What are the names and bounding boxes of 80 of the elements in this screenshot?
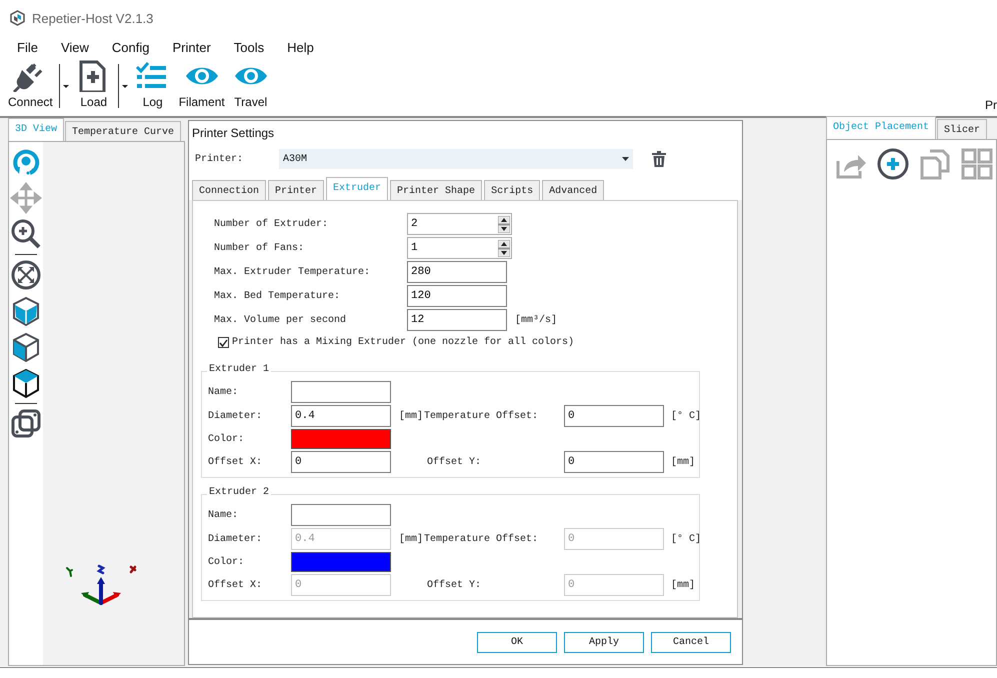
field-label: Temperature Offset: bbox=[424, 534, 538, 544]
dialog-title: Printer Settings bbox=[189, 121, 742, 145]
caret-icon bbox=[622, 157, 629, 161]
field-label: Name: bbox=[208, 510, 240, 520]
input-field[interactable]: 0 bbox=[564, 451, 664, 473]
unit-label: [mm] bbox=[399, 534, 424, 544]
toolbar-button[interactable]: Log bbox=[132, 58, 173, 110]
field-label: Diameter: bbox=[208, 410, 264, 422]
spinner-arrows-icon[interactable] bbox=[498, 216, 510, 232]
tab[interactable]: Printer Shape bbox=[390, 180, 482, 200]
group-title: Extruder 2 bbox=[207, 487, 272, 498]
field-label: Offset Y: bbox=[426, 580, 482, 590]
input-field[interactable]: 280 bbox=[407, 261, 507, 283]
add-icon[interactable] bbox=[877, 148, 909, 180]
unit-label: [mm] bbox=[399, 410, 424, 422]
tab[interactable]: Slicer bbox=[937, 119, 988, 139]
input-field[interactable]: 120 bbox=[407, 285, 507, 307]
unit-label: [° C] bbox=[670, 410, 702, 422]
input-field[interactable]: 0.4 bbox=[291, 405, 391, 427]
menu-item[interactable]: Tools bbox=[234, 40, 264, 54]
window-title: Repetier-Host V2.1.3 bbox=[32, 10, 154, 26]
field-label: Name: bbox=[208, 386, 240, 398]
tab[interactable]: Temperature Curve bbox=[65, 121, 182, 141]
toolbar-button[interactable]: Load bbox=[74, 58, 114, 110]
field-label: Temperature Offset: bbox=[424, 410, 538, 422]
spin-box[interactable]: 2 bbox=[407, 213, 512, 235]
input-field[interactable]: 0 bbox=[564, 405, 664, 427]
field-label: Color: bbox=[208, 434, 246, 444]
menu-item[interactable]: File bbox=[17, 40, 38, 54]
input-field[interactable]: 12 bbox=[407, 309, 507, 331]
field-label: Offset X: bbox=[208, 456, 264, 468]
tab[interactable]: Printer bbox=[268, 180, 324, 200]
field-label: Diameter: bbox=[208, 534, 264, 544]
field-label: Number of Fans: bbox=[214, 242, 306, 254]
dropdown-caret-icon[interactable] bbox=[122, 84, 128, 88]
cube-icon[interactable] bbox=[10, 295, 42, 327]
unit-label: [mm] bbox=[670, 456, 696, 468]
field-label: Offset X: bbox=[208, 580, 264, 590]
toolbar-label: Pr bbox=[985, 98, 997, 112]
overlap-icon[interactable] bbox=[10, 408, 42, 440]
app-logo-icon bbox=[10, 10, 25, 26]
cube-icon[interactable] bbox=[10, 331, 42, 363]
field-label: Color: bbox=[208, 556, 246, 568]
spin-box[interactable]: 1 bbox=[407, 237, 512, 259]
dialog-button[interactable]: Cancel bbox=[651, 632, 731, 652]
tab[interactable]: Connection bbox=[192, 180, 266, 200]
zoom-in-icon[interactable] bbox=[10, 218, 42, 250]
printer-dropdown[interactable]: A30M bbox=[279, 149, 633, 169]
field-label: Max. Extruder Temperature: bbox=[214, 266, 372, 278]
tab[interactable]: Advanced bbox=[542, 180, 604, 200]
color-swatch[interactable] bbox=[291, 429, 391, 449]
trash-icon[interactable] bbox=[652, 151, 666, 167]
menu-item[interactable]: Help bbox=[287, 40, 314, 54]
checkbox-label: Printer has a Mixing Extruder (one nozzle for all colors) bbox=[232, 337, 574, 348]
input-field[interactable]: 0 bbox=[291, 451, 391, 473]
field-label: Printer: bbox=[195, 154, 244, 164]
field-label: Number of Extruder: bbox=[214, 218, 330, 230]
spinner-arrows-icon[interactable] bbox=[498, 240, 510, 256]
dropdown-caret-icon[interactable] bbox=[62, 84, 69, 88]
menu-item[interactable]: View bbox=[60, 40, 89, 54]
toolbar-button[interactable]: Connect bbox=[6, 58, 55, 110]
cube-icon[interactable] bbox=[10, 367, 42, 399]
unit-label: [mm] bbox=[670, 580, 696, 590]
field-label: Offset Y: bbox=[426, 456, 482, 468]
toolbar-button[interactable]: Filament bbox=[176, 58, 227, 110]
input-field[interactable] bbox=[291, 381, 391, 403]
field-label: Max. Volume per second bbox=[214, 314, 348, 326]
unit-label: [mm³/s] bbox=[515, 314, 558, 326]
unit-label: [° C] bbox=[670, 534, 702, 544]
field-label: Max. Bed Temperature: bbox=[214, 290, 342, 302]
group-title: Extruder 1 bbox=[207, 364, 272, 375]
dialog-button[interactable]: OK bbox=[477, 632, 557, 652]
menu-item[interactable]: Config bbox=[112, 40, 150, 54]
tab[interactable]: Scripts bbox=[484, 180, 540, 200]
menu-item[interactable]: Printer bbox=[172, 40, 211, 54]
dialog-button[interactable]: Apply bbox=[564, 632, 644, 652]
checkbox[interactable] bbox=[218, 337, 229, 348]
toolbar-button[interactable]: Travel bbox=[230, 58, 271, 110]
fit-view-icon[interactable] bbox=[10, 259, 42, 291]
input-field[interactable] bbox=[291, 504, 391, 526]
